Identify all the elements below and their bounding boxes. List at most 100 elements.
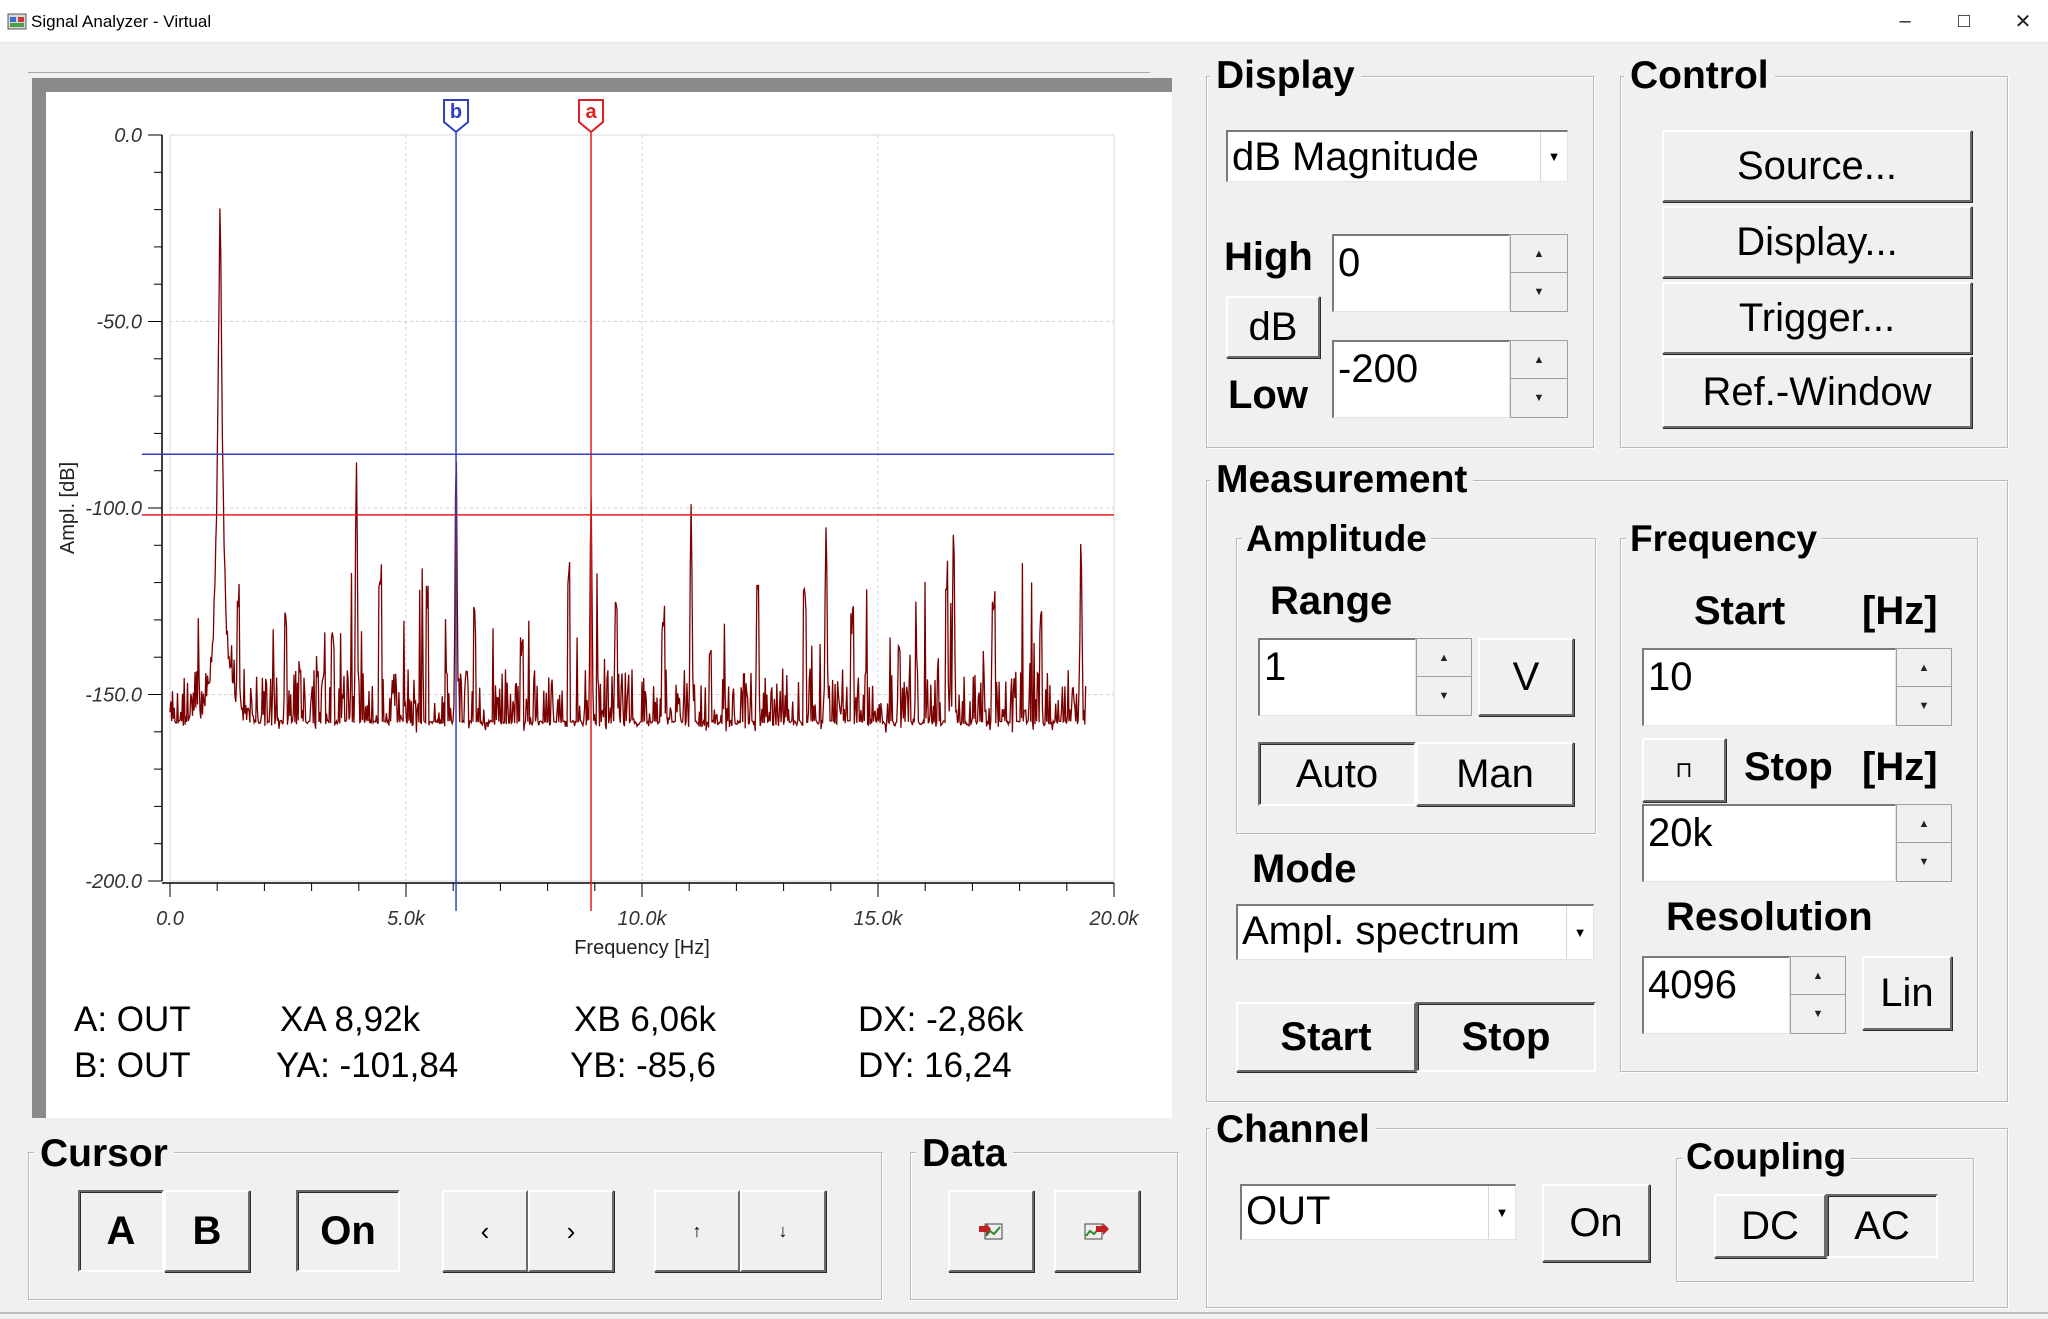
spin-down-icon[interactable]: ▼ [1791,995,1845,1033]
data-group-label: Data [916,1132,1013,1176]
export-data-icon [1084,1223,1109,1240]
trigger-button[interactable]: Trigger... [1662,282,1972,354]
range-unit-button[interactable]: V [1478,638,1574,716]
spin-up-icon[interactable]: ▲ [1897,649,1951,687]
cursor-on-button[interactable]: On [296,1190,400,1272]
x-tick-label: 5.0k [387,908,426,930]
y-tick-label: -200.0 [85,871,142,893]
freq-start-unit-label: [Hz] [1862,589,1938,633]
spin-down-icon[interactable]: ▼ [1417,677,1471,715]
channel-value: OUT [1246,1189,1331,1233]
range-spinner[interactable]: ▲ ▼ [1416,638,1472,716]
title-bar: Signal Analyzer - Virtual – □ ✕ [0,0,2048,43]
low-input[interactable]: -200 [1332,340,1510,418]
display-mode-select[interactable]: dB Magnitude ▼ [1226,130,1568,182]
dc-coupling-button[interactable]: DC [1714,1194,1826,1258]
dx-readout: DX: -2,86k [858,1000,1024,1039]
freq-stop-spinner[interactable]: ▲ ▼ [1896,804,1952,882]
auto-range-button[interactable]: Auto [1258,742,1416,806]
y-tick-label: 0.0 [114,125,142,147]
resolution-label: Resolution [1666,895,1873,939]
arrow-down-icon: ↓ [778,1221,788,1241]
chart-grid [169,134,1115,882]
ref-window-button[interactable]: Ref.-Window [1662,356,1972,428]
arrow-up-icon: ↑ [692,1221,702,1241]
dy-readout: DY: 16,24 [858,1046,1012,1085]
channel-select[interactable]: OUT ▼ [1240,1184,1516,1240]
cursor-right-button[interactable]: › [528,1190,614,1272]
spectrum-chart[interactable]: 0.0 -50.0 -100.0 -150.0 -200.0 0.0 5.0k 10.0k 15… [32,78,1172,1008]
spin-up-icon[interactable]: ▲ [1791,957,1845,995]
close-button[interactable]: ✕ [1993,0,2048,42]
display-settings-button[interactable]: Display... [1662,206,1972,278]
cursor-a-source: A: OUT [74,1000,191,1039]
cursor-b-button[interactable]: B [164,1190,250,1272]
frequency-group-label: Frequency [1626,518,1822,560]
cursor-down-button[interactable]: ↓ [740,1190,826,1272]
lin-scale-button[interactable]: Lin [1862,956,1952,1030]
spin-up-icon[interactable]: ▲ [1511,341,1567,379]
channel-on-button[interactable]: On [1542,1184,1650,1262]
low-spinner[interactable]: ▲ ▼ [1510,340,1568,418]
data-export-button[interactable] [1054,1190,1140,1272]
low-label: Low [1228,373,1308,417]
chevron-down-icon[interactable]: ▼ [1540,132,1567,181]
maximize-button[interactable]: □ [1934,0,1994,42]
high-input[interactable]: 0 [1332,234,1510,312]
spin-down-icon[interactable]: ▼ [1897,687,1951,725]
freq-link-button[interactable]: ⊓ [1642,738,1726,802]
chart-series [169,208,1087,733]
freq-stop-input[interactable]: 20k [1642,804,1896,882]
spin-down-icon[interactable]: ▼ [1511,379,1567,417]
spin-up-icon[interactable]: ▲ [1897,805,1951,843]
plot-frame-line [28,72,1150,73]
chevron-down-icon[interactable]: ▼ [1488,1186,1515,1239]
channel-group-label: Channel [1210,1108,1376,1152]
y-tick-label: -100.0 [85,498,142,520]
chevron-down-icon[interactable]: ▼ [1566,906,1593,959]
cursor-a-flag-label: a [585,101,597,123]
cursor-left-button[interactable]: ‹ [442,1190,528,1272]
range-input[interactable]: 1 [1258,638,1416,716]
start-measurement-button[interactable]: Start [1236,1002,1416,1072]
resolution-input[interactable]: 4096 [1642,956,1790,1034]
spin-up-icon[interactable]: ▲ [1511,235,1567,273]
source-button[interactable]: Source... [1662,130,1972,202]
window-title: Signal Analyzer - Virtual [31,12,212,31]
ya-readout: YA: -101,84 [276,1046,459,1085]
cursor-up-button[interactable]: ↑ [654,1190,740,1272]
spin-up-icon[interactable]: ▲ [1417,639,1471,677]
stop-measurement-button[interactable]: Stop [1416,1002,1596,1072]
ac-coupling-button[interactable]: AC [1826,1194,1938,1258]
resolution-spinner[interactable]: ▲ ▼ [1790,956,1846,1034]
analysis-mode-value: Ampl. spectrum [1242,909,1520,953]
data-import-button[interactable] [948,1190,1034,1272]
measurement-group-label: Measurement [1210,458,1474,502]
analysis-mode-select[interactable]: Ampl. spectrum ▼ [1236,904,1594,960]
control-group-label: Control [1624,54,1775,98]
freq-start-spinner[interactable]: ▲ ▼ [1896,648,1952,726]
manual-range-button[interactable]: Man [1416,742,1574,806]
xb-readout: XB 6,06k [574,1000,717,1039]
mode-label: Mode [1252,847,1357,891]
y-axis-title: Ampl. [dB] [57,462,79,554]
freq-start-input[interactable]: 10 [1642,648,1896,726]
spin-down-icon[interactable]: ▼ [1511,273,1567,311]
cursor-b-flag-label: b [450,101,462,123]
spin-down-icon[interactable]: ▼ [1897,843,1951,881]
y-tick-label: -150.0 [85,685,142,707]
x-axis-title: Frequency [Hz] [574,937,710,959]
minimize-button[interactable]: – [1875,0,1935,42]
freq-start-label: Start [1694,589,1786,633]
arrow-right-icon: › [566,1216,576,1246]
xa-readout: XA 8,92k [280,1000,421,1039]
high-spinner[interactable]: ▲ ▼ [1510,234,1568,312]
range-label: Range [1270,579,1393,623]
db-unit-button[interactable]: dB [1226,296,1320,358]
x-tick-label: 20.0k [1089,908,1140,930]
x-tick-label: 0.0 [156,908,184,930]
cursor-a-button[interactable]: A [78,1190,164,1272]
arrow-left-icon: ‹ [480,1216,490,1246]
bottom-border [0,1312,2048,1314]
amplitude-group-label: Amplitude [1242,518,1431,560]
